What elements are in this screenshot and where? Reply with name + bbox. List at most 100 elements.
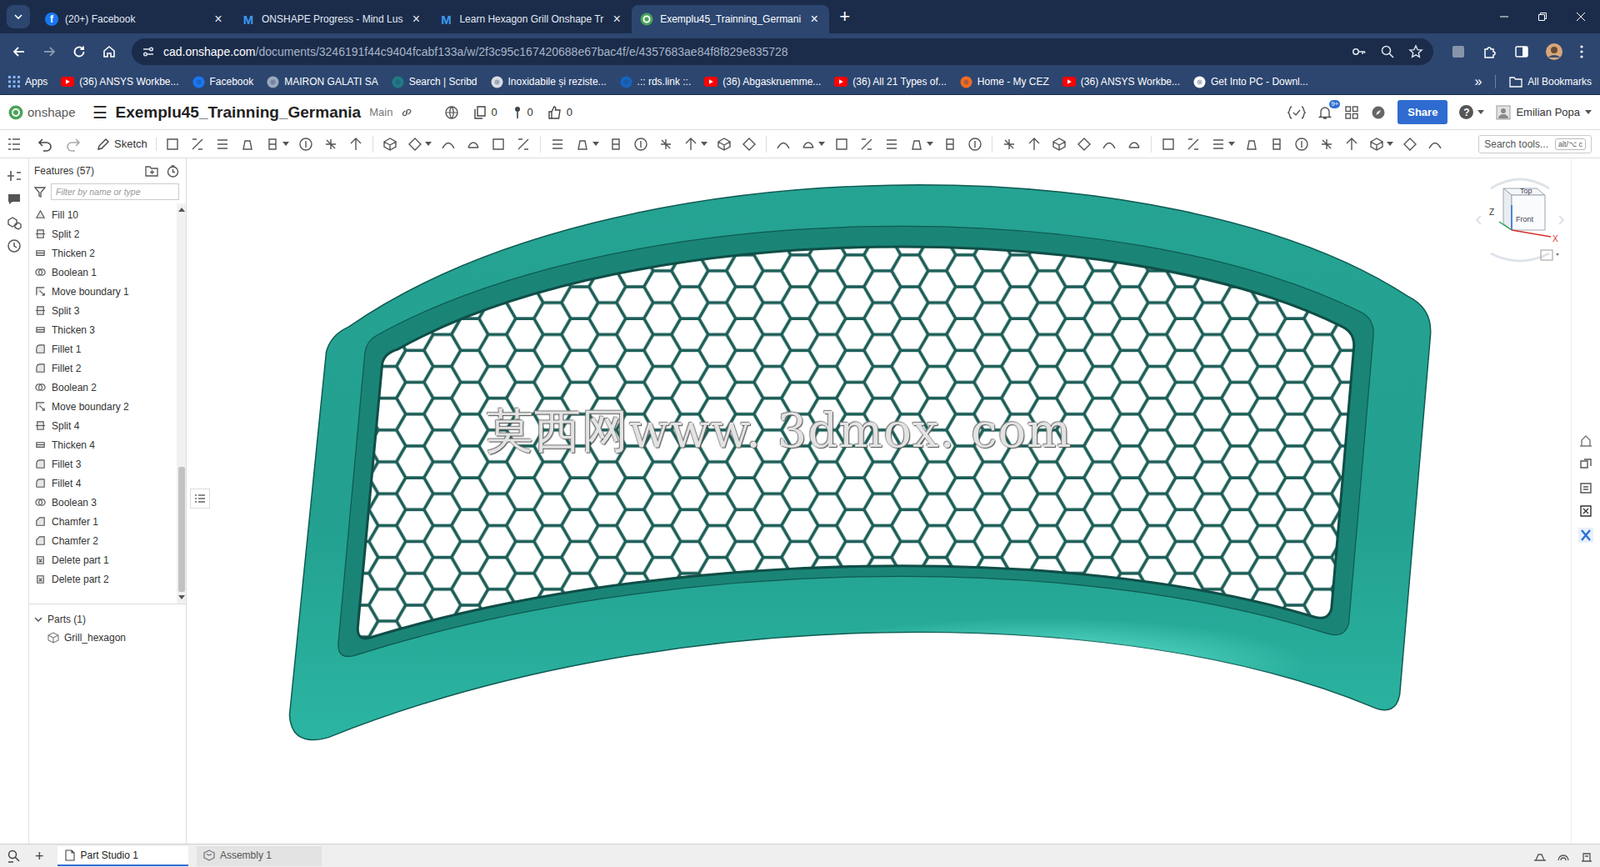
feature-item[interactable]: Fill 10 bbox=[29, 205, 177, 225]
appearance-icon[interactable] bbox=[1578, 433, 1594, 449]
panel-toggle-button[interactable] bbox=[190, 488, 210, 509]
tool-button[interactable] bbox=[655, 134, 677, 155]
tool-button[interactable] bbox=[1240, 134, 1263, 155]
feature-item[interactable]: Fillet 1 bbox=[29, 339, 177, 359]
tool-button[interactable] bbox=[964, 134, 986, 155]
redo-icon[interactable] bbox=[65, 135, 82, 153]
user-menu[interactable]: Emilian Popa bbox=[1495, 105, 1592, 120]
filter-input[interactable]: Filter by name or type bbox=[50, 183, 180, 200]
release-check-icon[interactable] bbox=[1287, 105, 1306, 120]
graphics-viewport[interactable]: 莫西网www. 3dmox. comTopFrontZX bbox=[186, 158, 1571, 844]
bookmark[interactable]: .:: rds.link ::. bbox=[620, 75, 692, 89]
tool-button[interactable] bbox=[236, 134, 259, 155]
tool-button[interactable] bbox=[905, 134, 936, 155]
mass-properties-icon[interactable] bbox=[1578, 480, 1594, 495]
feature-item[interactable]: Chamfer 1 bbox=[29, 511, 177, 531]
reload-button[interactable] bbox=[66, 39, 92, 65]
feature-item[interactable]: Thicken 3 bbox=[29, 320, 177, 340]
measure-tool-icon[interactable] bbox=[1577, 526, 1595, 544]
add-tab-button[interactable]: + bbox=[30, 848, 50, 864]
tool-button[interactable] bbox=[320, 134, 342, 155]
feature-item[interactable]: Move boundary 2 bbox=[29, 396, 177, 416]
view-cube[interactable]: TopFrontZX bbox=[1474, 170, 1566, 270]
tool-button[interactable] bbox=[680, 134, 710, 155]
feature-list-scrollbar[interactable] bbox=[176, 203, 186, 604]
more-bookmarks-button[interactable]: » bbox=[1474, 74, 1482, 90]
extension-square-icon[interactable] bbox=[1450, 43, 1467, 60]
tool-button[interactable] bbox=[797, 134, 828, 155]
close-tab-button[interactable]: × bbox=[211, 12, 225, 26]
tool-button[interactable] bbox=[512, 134, 535, 155]
tool-button[interactable] bbox=[1048, 134, 1070, 155]
undo-icon[interactable] bbox=[36, 135, 54, 153]
tool-button[interactable] bbox=[1023, 134, 1045, 155]
feature-item[interactable]: Split 4 bbox=[29, 415, 177, 435]
bookmark[interactable]: Apps bbox=[8, 75, 48, 88]
feature-item[interactable]: Fillet 2 bbox=[29, 358, 177, 378]
tool-button[interactable] bbox=[1424, 134, 1446, 155]
help-button[interactable]: ? bbox=[1459, 105, 1485, 120]
feature-item[interactable]: Split 2 bbox=[29, 224, 177, 244]
parts-icon[interactable] bbox=[6, 215, 22, 230]
feature-item[interactable]: Boolean 3 bbox=[29, 492, 177, 512]
tool-button[interactable] bbox=[404, 134, 435, 155]
tool-button[interactable] bbox=[1340, 134, 1363, 155]
key-icon[interactable] bbox=[1351, 44, 1367, 60]
scrollbar-thumb[interactable] bbox=[178, 466, 185, 592]
bookmark[interactable]: (36) All 21 Types of... bbox=[834, 75, 947, 88]
tool-button[interactable] bbox=[546, 134, 569, 155]
tool-button[interactable] bbox=[1207, 134, 1238, 155]
tool-button[interactable] bbox=[1157, 134, 1180, 155]
bookmark[interactable]: (36) Abgaskruemme... bbox=[704, 75, 821, 88]
globe-icon[interactable] bbox=[444, 105, 460, 120]
feature-item[interactable]: Split 3 bbox=[29, 300, 177, 320]
hexagon-grill-model[interactable] bbox=[186, 158, 1571, 844]
tool-button[interactable] bbox=[379, 134, 401, 155]
tool-button[interactable] bbox=[462, 134, 485, 155]
restore-button[interactable] bbox=[1523, 0, 1562, 34]
tool-button[interactable] bbox=[605, 134, 627, 155]
feature-item[interactable]: Boolean 1 bbox=[29, 262, 177, 282]
part-item[interactable]: Grill_hexagon bbox=[29, 627, 186, 648]
tool-button[interactable] bbox=[295, 134, 317, 155]
bookmark[interactable]: (36) ANSYS Workbe... bbox=[60, 75, 179, 88]
tool-button[interactable] bbox=[571, 134, 602, 155]
close-tab-button[interactable]: × bbox=[807, 12, 821, 26]
tool-button[interactable] bbox=[1098, 134, 1120, 155]
tool-button[interactable] bbox=[630, 134, 652, 155]
bookmark[interactable]: MAIRON GALATI SA bbox=[266, 75, 378, 89]
link-icon[interactable] bbox=[400, 106, 413, 119]
sidepanel-icon[interactable] bbox=[1513, 43, 1530, 60]
tab-manager-icon[interactable] bbox=[6, 848, 22, 864]
close-window-button[interactable] bbox=[1561, 0, 1600, 34]
tool-button[interactable] bbox=[261, 134, 292, 155]
tool-button[interactable] bbox=[345, 134, 367, 155]
tool-button[interactable] bbox=[772, 134, 795, 155]
feedback-icon[interactable] bbox=[1580, 850, 1594, 862]
tool-button[interactable] bbox=[830, 134, 853, 155]
render-mode-icon[interactable] bbox=[1533, 850, 1547, 862]
add-folder-icon[interactable] bbox=[145, 165, 159, 177]
tool-button[interactable] bbox=[161, 134, 184, 155]
tool-button[interactable] bbox=[855, 134, 878, 155]
search-tools-field[interactable]: Search tools...alt/⌥ c bbox=[1478, 135, 1592, 154]
document-stat[interactable]: 0 bbox=[474, 105, 497, 120]
tool-button[interactable] bbox=[1123, 134, 1145, 155]
tool-button[interactable] bbox=[939, 134, 961, 155]
feature-item[interactable]: Thicken 4 bbox=[29, 435, 177, 455]
tool-button[interactable] bbox=[1073, 134, 1095, 155]
tool-button[interactable] bbox=[1315, 134, 1338, 155]
compass-icon[interactable] bbox=[1370, 105, 1386, 120]
tool-button[interactable] bbox=[1399, 134, 1421, 155]
tool-button[interactable] bbox=[437, 134, 460, 155]
feature-item[interactable]: Fillet 3 bbox=[29, 454, 177, 474]
sketch-button[interactable]: Sketch bbox=[90, 137, 157, 151]
rollback-clock-icon[interactable] bbox=[166, 165, 180, 178]
tool-button[interactable] bbox=[713, 134, 735, 155]
element-tab[interactable]: Assembly 1 bbox=[196, 845, 322, 866]
parts-header[interactable]: Parts (1) bbox=[29, 610, 186, 628]
profile-avatar-icon[interactable] bbox=[1545, 42, 1564, 61]
minimize-button[interactable] bbox=[1485, 0, 1524, 34]
bookmark[interactable]: Get Into PC - Downl... bbox=[1193, 75, 1309, 89]
onshape-logo[interactable]: onshape bbox=[8, 105, 76, 120]
